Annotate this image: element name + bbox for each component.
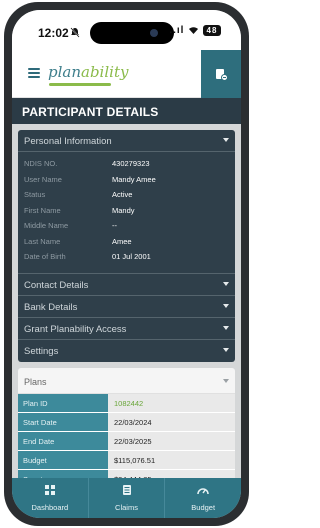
participant-panel: Personal Information NDIS NO. 430279323 U… <box>18 130 235 362</box>
main-content: PARTICIPANT DETAILS Personal Information… <box>12 98 241 478</box>
bank-details-section[interactable]: Bank Details <box>18 294 235 317</box>
camera-dot <box>150 29 158 37</box>
plans-card: Plans Plan ID 1082442 Start Date 22/03/202… <box>18 368 235 478</box>
personal-info-details: NDIS NO. 430279323 User Name Mandy Amee St… <box>18 152 235 273</box>
status-time: 12:02 <box>38 26 69 40</box>
signal-icon: ..ıl <box>169 25 185 37</box>
phone-frame: 12:02 ..ıl 48 planability PARTICIPANT DE… <box>4 2 249 526</box>
wifi-icon <box>188 25 203 36</box>
nav-dashboard[interactable]: Dashboard <box>12 478 88 518</box>
settings-section[interactable]: Settings <box>18 338 235 361</box>
status-icons: ..ıl 48 <box>169 25 221 36</box>
detail-row: Status Active <box>24 190 133 200</box>
contact-details-section[interactable]: Contact Details <box>18 272 235 295</box>
plan-row: Budget $115,076.51 <box>18 451 235 470</box>
plan-row: End Date 22/03/2025 <box>18 432 235 451</box>
caret-down-icon <box>223 379 229 383</box>
detail-row: First Name Mandy <box>24 205 135 215</box>
nav-budget[interactable]: Budget <box>164 478 241 518</box>
battery-level: 48 <box>203 25 221 36</box>
detail-row: Last Name Amee <box>24 236 132 246</box>
plan-row: Start Date 22/03/2024 <box>18 413 235 432</box>
bell-slash-icon <box>70 25 80 43</box>
plan-row: Plan ID 1082442 <box>18 394 235 413</box>
caret-down-icon <box>223 138 229 142</box>
nav-claims[interactable]: Claims <box>87 478 165 518</box>
app-logo: planability <box>48 63 129 81</box>
budget-gauge-icon <box>197 488 209 495</box>
plan-row: Spent$34,444.85 <box>18 470 235 478</box>
app-header: planability <box>12 50 241 98</box>
bottom-nav: Dashboard Claims Budget <box>12 478 241 518</box>
screen: 12:02 ..ıl 48 planability PARTICIPANT DE… <box>12 10 241 518</box>
dashboard-icon <box>44 485 55 495</box>
caret-down-icon <box>223 325 229 330</box>
grant-access-section[interactable]: Grant Planability Access <box>18 316 235 339</box>
claims-icon <box>122 485 131 495</box>
page-title: PARTICIPANT DETAILS <box>12 98 241 124</box>
logo-swoosh <box>49 83 111 86</box>
personal-info-header[interactable]: Personal Information <box>18 130 235 152</box>
plans-header[interactable]: Plans <box>18 368 235 394</box>
hamburger-icon[interactable] <box>28 68 40 78</box>
caret-down-icon <box>223 281 229 286</box>
detail-row: User Name Mandy Amee <box>24 174 156 184</box>
detail-row: Middle Name -- <box>24 221 117 231</box>
dynamic-island <box>90 22 174 44</box>
status-bar: 12:02 ..ıl 48 <box>12 10 241 50</box>
caret-down-icon <box>223 303 229 308</box>
logout-icon <box>216 69 228 81</box>
logout-button[interactable] <box>201 50 241 98</box>
caret-down-icon <box>223 347 229 352</box>
detail-row: Date of Birth 01 Jul 2001 <box>24 252 151 262</box>
detail-row: NDIS NO. 430279323 <box>24 159 150 169</box>
